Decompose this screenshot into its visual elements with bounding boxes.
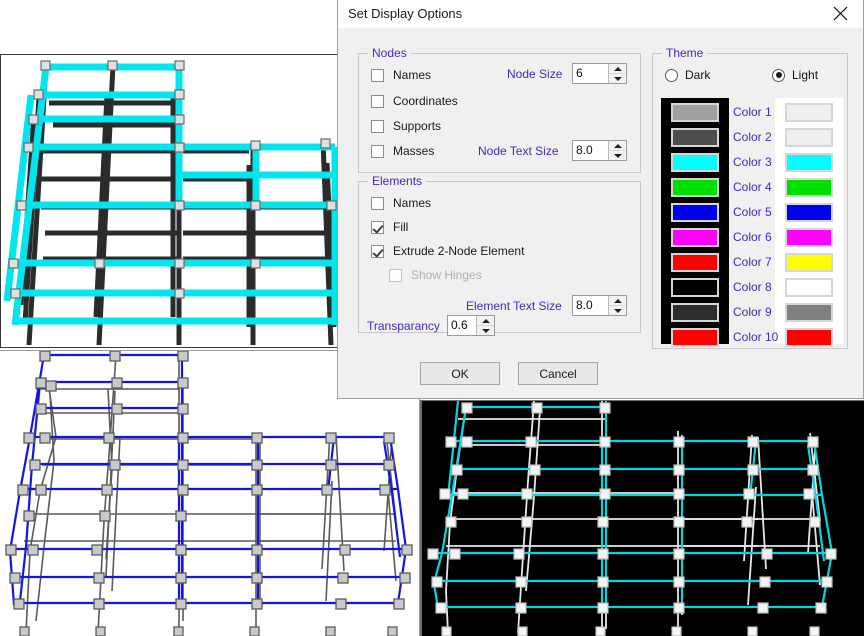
dark-swatch-1[interactable]	[671, 103, 719, 122]
dark-swatch-5[interactable]	[671, 203, 719, 222]
ok-button[interactable]: OK	[420, 362, 500, 385]
checkbox-show-hinges: Show Hinges	[389, 266, 482, 284]
nodes-group: Nodes Names Coordinates Supports Masses …	[358, 53, 641, 173]
stepper-down-icon[interactable]	[609, 151, 626, 160]
color-name-3: Color 3	[733, 153, 793, 172]
stepper-arrows[interactable]	[608, 64, 626, 83]
node-text-size-label: Node Text Size	[478, 144, 559, 158]
node-size-value[interactable]: 6	[573, 64, 608, 83]
color-name-4: Color 4	[733, 178, 793, 197]
color-name-1: Color 1	[733, 103, 793, 122]
set-display-options-dialog: Set Display Options Nodes Names Coordina…	[337, 0, 864, 399]
radio-label: Light	[792, 68, 818, 82]
stepper-down-icon[interactable]	[609, 306, 626, 315]
checkbox-box[interactable]	[371, 245, 384, 258]
stepper-up-icon[interactable]	[609, 141, 626, 151]
cancel-button[interactable]: Cancel	[518, 362, 598, 385]
node-text-size-value[interactable]: 8.0	[573, 141, 608, 160]
element-text-size-stepper[interactable]: 8.0	[572, 295, 627, 316]
stepper-up-icon[interactable]	[609, 296, 626, 306]
checkbox-node-supports[interactable]: Supports	[371, 117, 441, 135]
checkbox-extrude-2-node-element[interactable]: Extrude 2-Node Element	[371, 242, 524, 260]
checkbox-box[interactable]	[371, 69, 384, 82]
radio-circle[interactable]	[665, 69, 678, 82]
theme-group: Theme Dark Light Color 1Color 2Color 3Co…	[652, 53, 848, 349]
checkbox-box	[389, 269, 402, 282]
node-size-label: Node Size	[507, 67, 562, 81]
stepper-down-icon[interactable]	[609, 74, 626, 83]
checkbox-node-names[interactable]: Names	[371, 66, 431, 84]
radio-theme-dark[interactable]: Dark	[665, 68, 710, 82]
stepper-up-icon[interactable]	[609, 64, 626, 74]
radio-circle[interactable]	[772, 69, 785, 82]
dark-swatch-column	[661, 98, 729, 344]
dialog-titlebar: Set Display Options	[338, 0, 863, 28]
dark-theme-frame-view[interactable]	[420, 400, 864, 636]
checkbox-node-masses[interactable]: Masses	[371, 142, 434, 160]
color-name-9: Color 9	[733, 303, 793, 322]
checkbox-label: Coordinates	[393, 94, 458, 108]
transparency-stepper[interactable]: 0.6	[447, 315, 495, 336]
node-size-stepper[interactable]: 6	[572, 63, 627, 84]
stepper-arrows[interactable]	[476, 316, 494, 335]
radio-label: Dark	[685, 68, 710, 82]
elements-group: Elements Names Fill Extrude 2-Node Eleme…	[358, 181, 641, 333]
radio-theme-light[interactable]: Light	[772, 68, 818, 82]
color-name-column: Color 1Color 2Color 3Color 4Color 5Color…	[729, 98, 775, 344]
checkbox-box[interactable]	[371, 221, 384, 234]
checkbox-label: Names	[393, 196, 431, 210]
color-name-2: Color 2	[733, 128, 793, 147]
checkbox-box[interactable]	[371, 120, 384, 133]
color-name-7: Color 7	[733, 253, 793, 272]
checkbox-label: Supports	[393, 119, 441, 133]
transparency-label: Transparancy	[367, 319, 440, 333]
checkbox-label: Masses	[393, 144, 434, 158]
checkbox-label: Names	[393, 68, 431, 82]
checkbox-element-fill[interactable]: Fill	[371, 218, 408, 236]
dark-swatch-9[interactable]	[671, 303, 719, 322]
stepper-arrows[interactable]	[608, 296, 626, 315]
element-text-size-label: Element Text Size	[466, 299, 562, 313]
extruded-3d-frame-view[interactable]	[0, 54, 338, 348]
dark-swatch-8[interactable]	[671, 278, 719, 297]
checkbox-box[interactable]	[371, 145, 384, 158]
stepper-arrows[interactable]	[608, 141, 626, 160]
checkbox-label: Extrude 2-Node Element	[393, 244, 524, 258]
node-text-size-stepper[interactable]: 8.0	[572, 140, 627, 161]
dialog-title: Set Display Options	[348, 6, 462, 21]
element-text-size-value[interactable]: 8.0	[573, 296, 608, 315]
dark-swatch-7[interactable]	[671, 253, 719, 272]
dark-swatch-3[interactable]	[671, 153, 719, 172]
checkbox-box[interactable]	[371, 197, 384, 210]
dark-swatch-10[interactable]	[671, 328, 719, 347]
close-icon[interactable]	[818, 0, 863, 27]
checkbox-box[interactable]	[371, 95, 384, 108]
dark-swatch-2[interactable]	[671, 128, 719, 147]
color-name-5: Color 5	[733, 203, 793, 222]
stepper-up-icon[interactable]	[477, 316, 494, 326]
dark-swatch-6[interactable]	[671, 228, 719, 247]
color-name-6: Color 6	[733, 228, 793, 247]
checkbox-label: Show Hinges	[411, 268, 482, 282]
checkbox-label: Fill	[393, 220, 408, 234]
nodes-group-label: Nodes	[368, 46, 411, 60]
elements-group-label: Elements	[368, 174, 426, 188]
stepper-down-icon[interactable]	[477, 326, 494, 335]
transparency-value[interactable]: 0.6	[448, 316, 476, 335]
color-name-8: Color 8	[733, 278, 793, 297]
dark-swatch-4[interactable]	[671, 178, 719, 197]
checkbox-element-names[interactable]: Names	[371, 194, 431, 212]
theme-group-label: Theme	[662, 46, 707, 60]
color-name-10: Color 10	[733, 328, 793, 347]
checkbox-node-coordinates[interactable]: Coordinates	[371, 92, 458, 110]
